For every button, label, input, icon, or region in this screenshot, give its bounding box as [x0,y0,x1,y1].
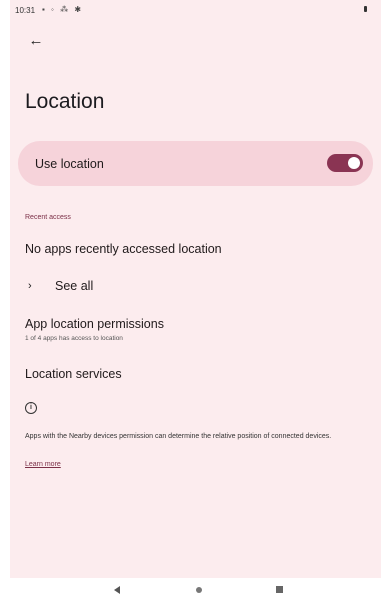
nav-recents-icon[interactable] [276,586,283,593]
info-icon: i [25,402,37,414]
location-services-item[interactable]: Location services [25,367,122,381]
settings-screen: 10:31 ▪ ◦ ⁂ ✱ ← Location Use location Re… [10,0,381,603]
back-arrow-icon[interactable]: ← [24,28,48,52]
status-bar: 10:31 ▪ ◦ ⁂ ✱ [10,0,381,20]
nav-back-icon[interactable] [114,586,120,594]
use-location-toggle-row[interactable]: Use location [18,141,373,186]
page-title: Location [25,90,105,113]
status-notification-icons: ▪ ◦ ⁂ ✱ [42,5,84,14]
switch-knob [348,157,360,169]
navigation-bar [10,578,381,603]
see-all-button[interactable]: See all [55,279,93,293]
app-location-permissions-title[interactable]: App location permissions [25,317,164,331]
app-location-permissions-subtitle: 1 of 4 apps has access to location [25,335,123,342]
battery-icon [364,6,367,12]
use-location-label: Use location [35,157,104,171]
use-location-switch[interactable] [327,154,363,172]
nav-home-icon[interactable] [196,587,202,593]
status-time: 10:31 [15,6,36,15]
nearby-devices-info-text: Apps with the Nearby devices permission … [25,433,332,440]
no-recent-apps-text: No apps recently accessed location [25,242,222,256]
chevron-right-icon: › [28,280,32,292]
recent-access-header: Recent access [25,214,71,221]
learn-more-link[interactable]: Learn more [25,461,61,468]
